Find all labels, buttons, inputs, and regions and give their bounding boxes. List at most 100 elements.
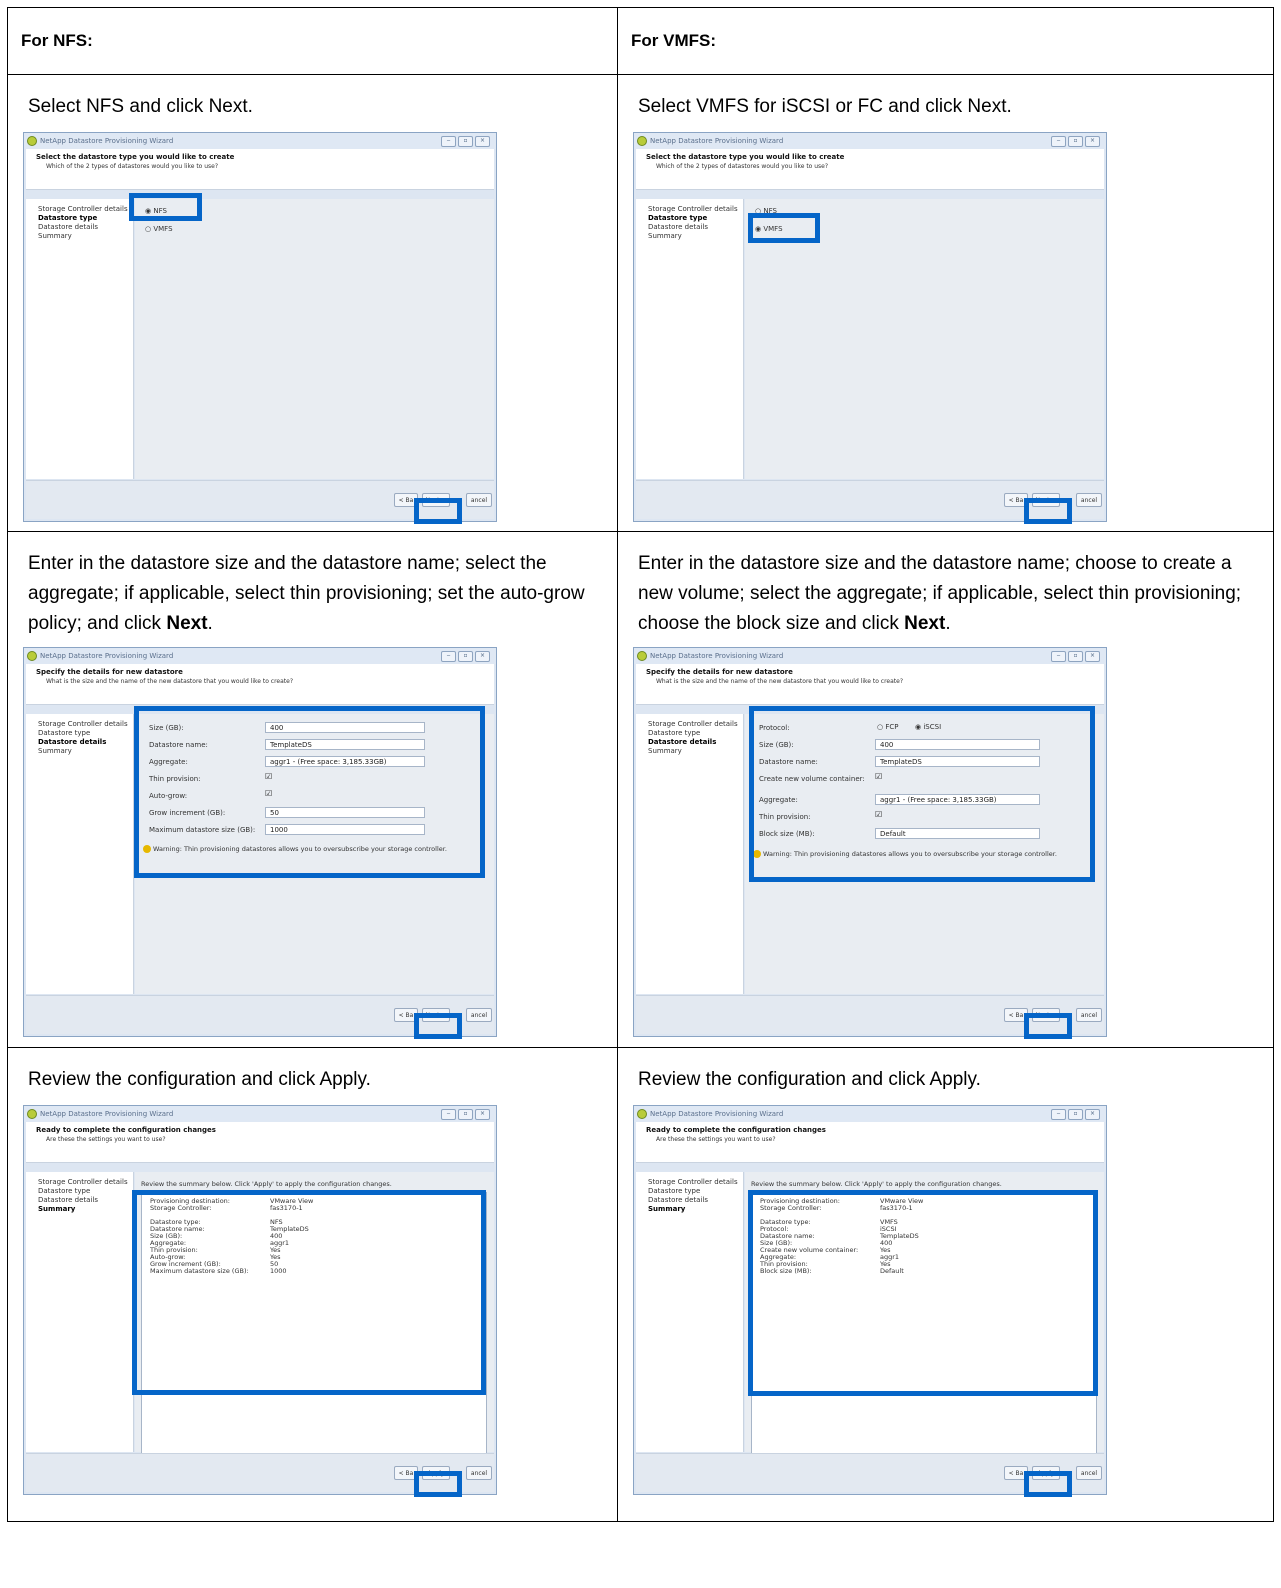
minimize-icon[interactable]: ‒ — [1051, 136, 1066, 147]
maximize-icon[interactable]: ▫ — [1068, 1109, 1083, 1120]
wizard-window: NetApp Datastore Provisioning Wizard ‒ ▫ ×… — [23, 1105, 497, 1497]
nav-item-storage-controller: Storage Controller details — [648, 720, 738, 728]
wizard-banner: Select the datastore type you would like… — [26, 149, 494, 190]
header-nfs: For NFS: — [7, 7, 618, 75]
header-vmfs: For VMFS: — [617, 7, 1274, 75]
wizard-banner: Specify the details for new datastore Wha… — [26, 664, 494, 705]
cancel-button[interactable]: ancel — [466, 1008, 492, 1022]
nav-item-storage-controller: Storage Controller details — [38, 205, 128, 213]
wizard-title: NetApp Datastore Provisioning Wizard — [40, 137, 174, 145]
nav-item-storage-controller: Storage Controller details — [38, 720, 128, 728]
maximize-icon[interactable]: ▫ — [1068, 651, 1083, 662]
nav-item-datastore-type: Datastore type — [38, 1187, 91, 1195]
minimize-icon[interactable]: ‒ — [441, 651, 456, 662]
nav-item-datastore-type: Datastore type — [648, 1187, 701, 1195]
cancel-button[interactable]: ancel — [1076, 1466, 1102, 1480]
wizard-title: NetApp Datastore Provisioning Wizard — [650, 1110, 784, 1118]
banner-title: Specify the details for new datastore — [646, 668, 793, 676]
banner-subtitle: Are these the settings you want to use? — [656, 1136, 776, 1143]
banner-title: Select the datastore type you would like… — [36, 153, 235, 161]
minimize-icon[interactable]: ‒ — [441, 136, 456, 147]
vmfs-step1-instruction: Select VMFS for iSCSI or FC and click Ne… — [638, 96, 1012, 117]
nfs-step2-instruction: Enter in the datastore size and the data… — [28, 553, 585, 634]
cancel-button[interactable]: ancel — [1076, 493, 1102, 507]
wizard-window: NetApp Datastore Provisioning Wizard ‒ ▫ ×… — [633, 1105, 1107, 1497]
wizard-banner: Ready to complete the configuration chan… — [636, 1122, 1104, 1163]
banner-subtitle: Are these the settings you want to use? — [46, 1136, 166, 1143]
cancel-button[interactable]: ancel — [1076, 1008, 1102, 1022]
cancel-button[interactable]: ancel — [466, 493, 492, 507]
cell-nfs-step1: Select NFS and click Next. NetApp Datast… — [7, 74, 618, 532]
wizard-nav: Storage Controller details Datastore typ… — [636, 199, 744, 479]
netapp-logo-icon — [27, 651, 37, 661]
highlight-nfs-option — [129, 193, 202, 221]
nav-item-summary: Summary — [38, 232, 72, 240]
wizard-content: ◉ NFS ○ VMFS — [135, 199, 494, 479]
maximize-icon[interactable]: ▫ — [458, 136, 473, 147]
wizard-window: NetApp Datastore Provisioning Wizard ‒ ▫ ×… — [23, 132, 497, 524]
nav-item-summary: Summary — [648, 1205, 686, 1213]
close-icon[interactable]: × — [1085, 1109, 1100, 1120]
vmfs-step3-instruction: Review the configuration and click Apply… — [638, 1069, 981, 1090]
close-icon[interactable]: × — [475, 1109, 490, 1120]
nav-item-datastore-details: Datastore details — [648, 738, 717, 746]
nav-item-datastore-details: Datastore details — [38, 223, 98, 231]
highlight-details-form — [749, 706, 1095, 882]
wizard-window: NetApp Datastore Provisioning Wizard ‒ ▫ ×… — [633, 132, 1107, 524]
close-icon[interactable]: × — [1085, 651, 1100, 662]
nav-item-storage-controller: Storage Controller details — [648, 205, 738, 213]
cancel-button[interactable]: ancel — [466, 1466, 492, 1480]
wizard-titlebar: NetApp Datastore Provisioning Wizard ‒ ▫ × — [24, 1106, 496, 1122]
netapp-logo-icon — [637, 136, 647, 146]
maximize-icon[interactable]: ▫ — [458, 651, 473, 662]
wizard-window: NetApp Datastore Provisioning Wizard ‒ ▫ ×… — [23, 647, 497, 1039]
review-note: Review the summary below. Click 'Apply' … — [751, 1180, 1002, 1188]
maximize-icon[interactable]: ▫ — [458, 1109, 473, 1120]
nav-item-storage-controller: Storage Controller details — [648, 1178, 738, 1186]
cell-vmfs-step3: Review the configuration and click Apply… — [617, 1047, 1274, 1522]
highlight-next-button — [1024, 1013, 1072, 1039]
highlight-next-button — [1024, 498, 1072, 524]
netapp-logo-icon — [637, 1109, 647, 1119]
nav-item-datastore-details: Datastore details — [38, 738, 107, 746]
review-note: Review the summary below. Click 'Apply' … — [141, 1180, 392, 1188]
radio-vmfs[interactable]: ○ VMFS — [145, 225, 173, 233]
highlight-vmfs-option — [748, 213, 820, 243]
wizard-banner: Ready to complete the configuration chan… — [26, 1122, 494, 1163]
wizard-titlebar: NetApp Datastore Provisioning Wizard ‒ ▫ × — [634, 1106, 1106, 1122]
highlight-summary — [748, 1190, 1098, 1396]
close-icon[interactable]: × — [475, 651, 490, 662]
highlight-next-button — [414, 1013, 462, 1039]
highlight-apply-button — [414, 1471, 462, 1497]
nav-item-datastore-type: Datastore type — [38, 214, 98, 222]
cell-nfs-step2: Enter in the datastore size and the data… — [7, 531, 618, 1048]
nav-item-datastore-details: Datastore details — [648, 1196, 708, 1204]
minimize-icon[interactable]: ‒ — [441, 1109, 456, 1120]
close-icon[interactable]: × — [1085, 136, 1100, 147]
nfs-step3-instruction: Review the configuration and click Apply… — [28, 1069, 371, 1090]
close-icon[interactable]: × — [475, 136, 490, 147]
wizard-nav: Storage Controller details Datastore typ… — [26, 1172, 134, 1452]
instruction-table: For NFS: For VMFS: Select NFS and click … — [7, 7, 1274, 1522]
netapp-logo-icon — [637, 651, 647, 661]
wizard-banner: Select the datastore type you would like… — [636, 149, 1104, 190]
netapp-logo-icon — [27, 1109, 37, 1119]
wizard-nav: Storage Controller details Datastore typ… — [636, 714, 744, 994]
minimize-icon[interactable]: ‒ — [1051, 1109, 1066, 1120]
wizard-titlebar: NetApp Datastore Provisioning Wizard ‒ ▫ × — [634, 648, 1106, 664]
nav-item-datastore-type: Datastore type — [648, 729, 701, 737]
wizard-title: NetApp Datastore Provisioning Wizard — [40, 652, 174, 660]
wizard-title: NetApp Datastore Provisioning Wizard — [650, 137, 784, 145]
minimize-icon[interactable]: ‒ — [1051, 651, 1066, 662]
wizard-banner: Specify the details for new datastore Wha… — [636, 664, 1104, 705]
nav-item-datastore-details: Datastore details — [648, 223, 708, 231]
nav-item-datastore-details: Datastore details — [38, 1196, 98, 1204]
wizard-title: NetApp Datastore Provisioning Wizard — [650, 652, 784, 660]
nav-item-datastore-type: Datastore type — [38, 729, 91, 737]
banner-title: Select the datastore type you would like… — [646, 153, 845, 161]
maximize-icon[interactable]: ▫ — [1068, 136, 1083, 147]
highlight-apply-button — [1024, 1471, 1072, 1497]
nav-item-summary: Summary — [38, 747, 72, 755]
wizard-titlebar: NetApp Datastore Provisioning Wizard ‒ ▫ × — [24, 133, 496, 149]
wizard-nav: Storage Controller details Datastore typ… — [26, 199, 134, 479]
